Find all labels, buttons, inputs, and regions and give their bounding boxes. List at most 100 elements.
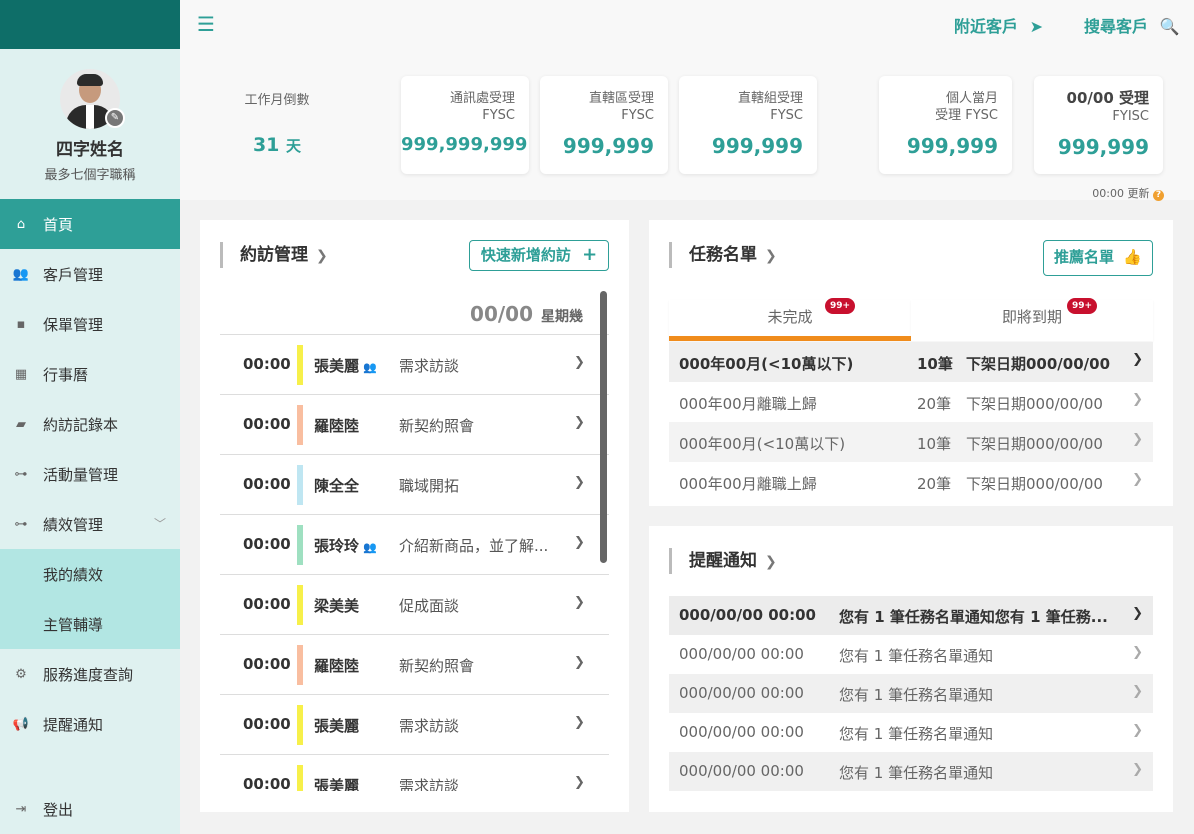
task-row[interactable]: 000年00月離職上歸 20筆 下架日期000/00/00 ❯ bbox=[669, 462, 1153, 502]
updated-time: 00:00 更新 ? bbox=[1092, 185, 1164, 201]
question-icon[interactable]: ? bbox=[1153, 190, 1164, 201]
chevron-right-icon: ❯ bbox=[1132, 606, 1143, 621]
appointment-color-tag bbox=[297, 765, 303, 791]
notification-row[interactable]: 000/00/00 00:00 您有 1 筆任務名單通知 ❯ bbox=[669, 635, 1153, 674]
notification-row[interactable]: 000/00/00 00:00 您有 1 筆任務名單通知您有 1 筆任務... … bbox=[669, 596, 1153, 635]
notifications-title[interactable]: 提醒通知 ❯ bbox=[669, 548, 777, 574]
appointment-row[interactable]: 00:00 羅陸陸 新契約照會 ❯ bbox=[220, 634, 609, 694]
profile-title: 最多七個字職稱 bbox=[44, 168, 136, 183]
notification-date: 000/00/00 00:00 bbox=[679, 723, 804, 741]
task-row[interactable]: 000年00月離職上歸 20筆 下架日期000/00/00 ❯ bbox=[669, 382, 1153, 422]
sidebar-item-label: 首頁 bbox=[43, 215, 74, 234]
sidebar-item-my-performance[interactable]: 我的績效 bbox=[0, 549, 180, 599]
stat-card-group[interactable]: 直轄組受理 FYSC 999,999 bbox=[679, 76, 817, 174]
appointment-row[interactable]: 00:00 張美麗 👥 需求訪談 ❯ bbox=[220, 334, 609, 394]
sidebar-item-policies[interactable]: ▪ 保單管理 bbox=[0, 299, 180, 349]
sidebar-item-home[interactable]: ⌂ 首頁 bbox=[0, 199, 180, 249]
appointment-description: 促成面談 bbox=[399, 597, 460, 615]
sidebar-item-performance[interactable]: ⊶ 績效管理 ﹀ bbox=[0, 499, 180, 549]
stat-card-daily[interactable]: 00/00 受理 FYISC 999,999 bbox=[1034, 76, 1163, 174]
stat-card-label: 00/00 受理 bbox=[1066, 89, 1149, 107]
sidebar-item-label: 活動量管理 bbox=[43, 465, 119, 484]
chevron-right-icon: ❯ bbox=[1132, 723, 1143, 738]
stat-card-label: 個人當月 bbox=[945, 91, 998, 106]
chevron-right-icon: ❯ bbox=[1132, 645, 1143, 660]
group-icon: 👥 bbox=[363, 541, 377, 554]
stat-card-label: 通訊處受理 bbox=[449, 91, 515, 106]
stat-card-sublabel: FYSC bbox=[482, 108, 515, 123]
appointment-row[interactable]: 00:00 張美麗 需求訪談 ❯ bbox=[220, 694, 609, 754]
chevron-right-icon: ❯ bbox=[1132, 432, 1143, 447]
gear-icon: ⚙ bbox=[15, 666, 27, 682]
appointment-time: 00:00 bbox=[243, 595, 291, 613]
sidebar-item-service-query[interactable]: ⚙ 服務進度查詢 bbox=[0, 649, 180, 699]
stat-card-value: 999,999 bbox=[906, 134, 998, 158]
appointment-color-tag bbox=[297, 585, 303, 625]
notification-message: 您有 1 筆任務名單通知 bbox=[839, 686, 994, 704]
tab-expiring[interactable]: 即將到期 99+ bbox=[911, 298, 1153, 341]
edit-avatar-icon[interactable]: ✎ bbox=[105, 108, 125, 128]
notification-row[interactable]: 000/00/00 00:00 您有 1 筆任務名單通知 ❯ bbox=[669, 674, 1153, 713]
customer-name: 張美麗 bbox=[314, 357, 360, 375]
customer-name: 陳全全 bbox=[314, 477, 360, 495]
customer-name: 張美麗 bbox=[314, 717, 360, 735]
quick-add-label: 快速新增約訪 bbox=[480, 246, 571, 264]
appointment-row[interactable]: 00:00 羅陸陸 新契約照會 ❯ bbox=[220, 394, 609, 454]
chevron-right-icon: ❯ bbox=[574, 355, 585, 370]
customer-name: 張美麗 bbox=[314, 777, 360, 791]
megaphone-icon: 📢 bbox=[12, 716, 30, 732]
chevron-right-icon: ❯ bbox=[1132, 352, 1143, 367]
sidebar-item-reminders[interactable]: 📢 提醒通知 bbox=[0, 699, 180, 749]
task-count: 10筆 bbox=[917, 435, 952, 453]
task-row[interactable]: 000年00月(<10萬以下) 10筆 下架日期000/00/00 ❯ bbox=[669, 342, 1153, 382]
tasks-title[interactable]: 任務名單 ❯ bbox=[669, 242, 777, 268]
task-count: 20筆 bbox=[917, 395, 952, 413]
stat-card-personal[interactable]: 個人當月 受理 FYSC 999,999 bbox=[879, 76, 1012, 174]
appointment-row[interactable]: 00:00 陳全全 職域開拓 ❯ bbox=[220, 454, 609, 514]
search-customers-link[interactable]: 搜尋客戶 🔍 bbox=[1084, 13, 1180, 37]
appointment-color-tag bbox=[297, 405, 303, 445]
appointment-row[interactable]: 00:00 張玲玲 👥 介紹新商品，並了解... ❯ bbox=[220, 514, 609, 574]
navigation-arrow-icon: ➤ bbox=[1029, 17, 1043, 36]
countdown-unit: 天 bbox=[286, 137, 302, 155]
notification-row[interactable]: 000/00/00 00:00 您有 1 筆任務名單通知 ❯ bbox=[669, 752, 1153, 791]
book-icon: ▰ bbox=[16, 416, 26, 432]
group-icon: 👥 bbox=[363, 361, 377, 374]
appointment-time: 00:00 bbox=[243, 775, 291, 791]
chevron-right-icon: ❯ bbox=[765, 554, 777, 570]
menu-icon[interactable]: ☰ bbox=[197, 14, 215, 34]
appointments-list: 00:00 張美麗 👥 需求訪談 ❯ 00:00 羅陸陸 新契約照會 ❯ 00:00 陳全全 職域開拓… bbox=[220, 334, 609, 791]
sidebar-item-calendar[interactable]: ▦ 行事曆 bbox=[0, 349, 180, 399]
notification-row[interactable]: 000/00/00 00:00 您有 1 筆任務名單通知 ❯ bbox=[669, 713, 1153, 752]
tab-incomplete[interactable]: 未完成 99+ bbox=[669, 298, 911, 341]
brand-bar bbox=[0, 0, 180, 49]
sidebar-item-logout[interactable]: ⇥ 登出 bbox=[0, 784, 180, 834]
stat-card-office[interactable]: 通訊處受理 FYSC 999,999,999 bbox=[401, 76, 529, 174]
quick-add-appointment-button[interactable]: 快速新增約訪 + bbox=[469, 240, 609, 271]
chevron-right-icon: ❯ bbox=[574, 715, 585, 730]
nearby-customers-link[interactable]: 附近客戶 ➤ bbox=[954, 13, 1043, 37]
sidebar-item-activity[interactable]: ⊶ 活動量管理 bbox=[0, 449, 180, 499]
task-count: 20筆 bbox=[917, 475, 952, 493]
appointment-description: 職域開拓 bbox=[399, 477, 460, 495]
task-expiry: 下架日期000/00/00 bbox=[966, 355, 1111, 373]
sidebar-item-supervisor[interactable]: 主管輔導 bbox=[0, 599, 180, 649]
sidebar-item-visit-log[interactable]: ▰ 約訪記錄本 bbox=[0, 399, 180, 449]
task-row[interactable]: 000年00月(<10萬以下) 10筆 下架日期000/00/00 ❯ bbox=[669, 422, 1153, 462]
recommend-list-button[interactable]: 推薦名單 👍 bbox=[1043, 240, 1153, 276]
appointment-color-tag bbox=[297, 465, 303, 505]
sidebar-item-customers[interactable]: 👥 客戶管理 bbox=[0, 249, 180, 299]
chevron-right-icon: ❯ bbox=[1132, 472, 1143, 487]
stat-card-district[interactable]: 直轄區受理 FYSC 999,999 bbox=[540, 76, 668, 174]
appointment-description: 需求訪談 bbox=[399, 777, 460, 791]
appointment-description: 需求訪談 bbox=[399, 357, 460, 375]
notification-date: 000/00/00 00:00 bbox=[679, 684, 804, 702]
appointment-row[interactable]: 00:00 張美麗 需求訪談 ❯ bbox=[220, 754, 609, 791]
profile-name: 四字姓名 bbox=[56, 140, 124, 160]
chevron-right-icon: ❯ bbox=[574, 655, 585, 670]
appointments-title[interactable]: 約訪管理 ❯ bbox=[220, 242, 328, 268]
chevron-right-icon: ❯ bbox=[1132, 684, 1143, 699]
scrollbar[interactable] bbox=[600, 291, 607, 563]
stat-card-value: 999,999 bbox=[562, 134, 654, 158]
appointment-row[interactable]: 00:00 梁美美 促成面談 ❯ bbox=[220, 574, 609, 634]
